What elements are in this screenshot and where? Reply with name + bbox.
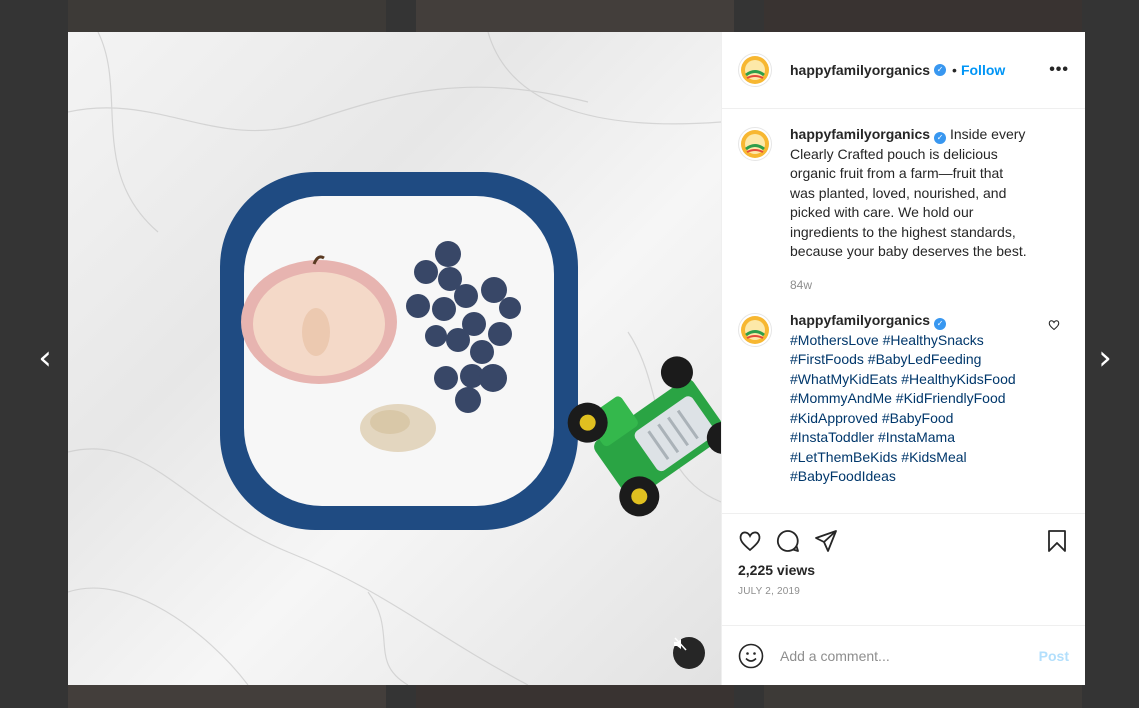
post-author-username[interactable]: happyfamilyorganics [790,62,930,78]
post-date[interactable]: JULY 2, 2019 [738,586,1069,597]
comment-button[interactable] [776,529,800,553]
action-bar [738,526,1069,556]
smiley-icon[interactable] [738,643,764,669]
comment-input[interactable] [780,647,1039,664]
brand-logo-icon [741,316,769,344]
verified-badge-icon: ✓ [934,132,947,144]
mute-toggle-button[interactable] [673,637,705,669]
previous-post-arrow[interactable]: ‹ [33,340,57,376]
more-options-button[interactable]: ••• [1049,61,1069,79]
verified-badge-icon: ✓ [934,318,947,330]
comment-username[interactable]: happyfamilyorganics [790,312,930,328]
avatar[interactable] [738,313,772,347]
follow-button[interactable]: Follow [961,62,1005,78]
view-count[interactable]: 2,225 views [738,562,1069,578]
header-separator: • [952,62,957,78]
post-actions: 2,225 views JULY 2, 2019 [722,513,1085,625]
comment-bubble-icon [776,530,799,552]
avatar[interactable] [738,127,772,161]
hashtag-list[interactable]: #MothersLove #HealthySnacks #FirstFoods … [790,331,1030,487]
post-photo [68,32,721,685]
comment-composer: Post [722,625,1085,685]
comment-heart-icon[interactable] [1048,319,1060,331]
comment-body: happyfamilyorganics ✓ Inside every Clearl… [790,125,1030,295]
heart-icon [739,531,761,552]
like-button[interactable] [738,529,762,553]
caption-text: Inside every Clearly Crafted pouch is de… [790,126,1027,259]
paper-plane-icon [815,530,837,552]
caption-comment: happyfamilyorganics ✓ Inside every Clearl… [738,125,1069,295]
post-modal: happyfamilyorganics ✓ • Follow ••• happy… [68,32,1085,685]
comment-username[interactable]: happyfamilyorganics [790,126,930,142]
next-post-arrow[interactable]: › [1093,340,1117,376]
share-button[interactable] [814,529,838,553]
verified-badge-icon: ✓ [934,64,947,76]
post-comment-button[interactable]: Post [1039,648,1069,664]
speaker-muted-icon [674,637,687,651]
hashtag-comment: happyfamilyorganics ✓ #MothersLove #Healt… [738,311,1069,487]
post-sidebar: happyfamilyorganics ✓ • Follow ••• happy… [721,32,1085,685]
post-header: happyfamilyorganics ✓ • Follow ••• [722,32,1085,109]
bookmark-icon [1048,530,1066,552]
comment-timestamp[interactable]: 84w [790,276,1030,296]
comments-list[interactable]: happyfamilyorganics ✓ Inside every Clearl… [722,109,1085,513]
save-button[interactable] [1045,529,1069,553]
brand-logo-icon [741,56,769,84]
brand-logo-icon [741,130,769,158]
comment-body: happyfamilyorganics ✓ #MothersLove #Healt… [790,311,1030,487]
avatar[interactable] [738,53,772,87]
post-media[interactable] [68,32,721,685]
